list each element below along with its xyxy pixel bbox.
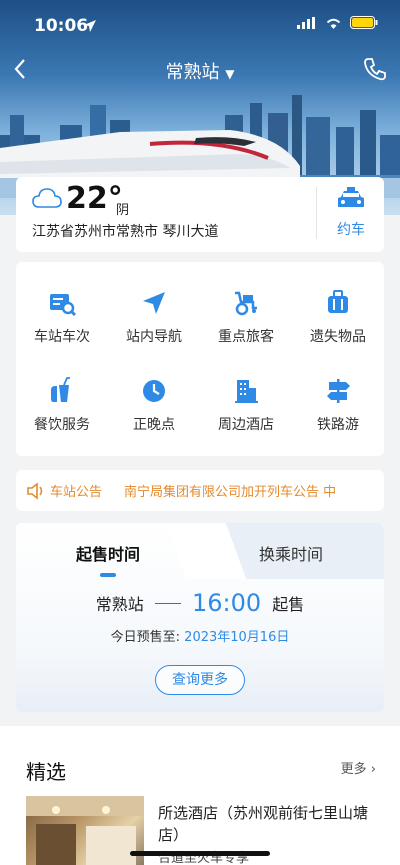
divider xyxy=(316,187,317,239)
page-title: 常熟站 xyxy=(165,62,220,83)
taxi-label: 约车 xyxy=(337,222,365,238)
tab-transfer-time[interactable]: 换乘时间 xyxy=(259,541,323,565)
sale-suffix: 起售 xyxy=(272,595,305,614)
more-label: 更多 xyxy=(340,762,367,777)
service-station-trains[interactable]: 车站车次 xyxy=(16,282,108,370)
taxi-icon xyxy=(338,187,364,207)
hotel-interior-image xyxy=(26,796,144,865)
status-bar: 10:06 xyxy=(0,0,400,48)
cloud-icon xyxy=(32,188,62,208)
service-nearby-hotels[interactable]: 周边酒店 xyxy=(200,370,292,458)
temperature: 22° xyxy=(66,181,123,216)
chevron-right-icon: › xyxy=(370,762,376,777)
service-label: 遗失物品 xyxy=(310,329,366,345)
station-selector[interactable]: 常熟站 ▼ xyxy=(0,58,400,84)
service-priority-passengers[interactable]: 重点旅客 xyxy=(200,282,292,370)
speaker-icon xyxy=(27,481,43,500)
service-label: 餐饮服务 xyxy=(34,417,90,433)
ticket-time-card: 起售时间 换乘时间 常熟站 16:00 起售 今日预售至: 2023年10月16… xyxy=(16,523,384,712)
navigation-bar: 常熟站 ▼ xyxy=(0,52,400,88)
station-name: 常熟站 xyxy=(95,595,144,614)
service-railway-tour[interactable]: 铁路游 xyxy=(292,370,384,458)
signpost-icon xyxy=(327,379,350,403)
presale-date: 2023年10月16日 xyxy=(184,630,290,645)
services-grid: 车站车次 站内导航 重点旅客 遗失物品 餐饮服务 正晚点 周边酒店 铁路游 xyxy=(16,262,384,456)
service-label: 车站车次 xyxy=(34,329,90,345)
hotel-image[interactable] xyxy=(26,796,144,865)
featured-section: 精选 更多 › 所选酒店（苏州观前街七里山塘店） 合道至火车专享 xyxy=(0,726,400,865)
service-label: 正晚点 xyxy=(133,417,175,433)
more-link[interactable]: 更多 › xyxy=(341,758,376,777)
phone-icon[interactable] xyxy=(362,56,388,82)
taxi-button[interactable]: 约车 xyxy=(321,187,381,239)
drink-food-icon xyxy=(51,377,70,402)
hotel-icon xyxy=(235,380,258,403)
location-arrow-icon xyxy=(84,20,96,32)
notice-text: 南宁局集团有限公司加开列车公告 中 xyxy=(124,485,337,500)
service-label: 铁路游 xyxy=(317,417,359,433)
section-title: 精选 xyxy=(26,760,66,784)
hotel-name[interactable]: 所选酒店（苏州观前街七里山塘店） xyxy=(158,802,378,846)
service-label: 周边酒店 xyxy=(218,417,274,433)
presale-label: 今日预售至: xyxy=(110,630,181,645)
service-indoor-navigation[interactable]: 站内导航 xyxy=(108,282,200,370)
weather-condition: 阴 xyxy=(116,203,130,218)
sale-start-time: 16:00 xyxy=(191,589,262,617)
presale-info: 今日预售至: 2023年10月16日 xyxy=(16,626,384,645)
service-lost-and-found[interactable]: 遗失物品 xyxy=(292,282,384,370)
tab-indicator xyxy=(100,573,116,577)
hotel-subtitle: 合道至火车专享 xyxy=(158,851,250,865)
wifi-icon xyxy=(326,18,341,29)
weather-card: 22° 阴 江苏省苏州市常熟市 琴川大道 约车 xyxy=(16,177,384,252)
tab-sale-time[interactable]: 起售时间 xyxy=(76,541,140,565)
query-more-button[interactable]: 查询更多 xyxy=(155,665,245,695)
station-address: 江苏省苏州市常熟市 琴川大道 xyxy=(32,224,219,240)
chevron-down-icon: ▼ xyxy=(225,67,235,81)
schedule-search-icon xyxy=(50,294,77,317)
battery-icon xyxy=(350,16,378,29)
home-indicator[interactable] xyxy=(130,851,270,856)
clock-icon xyxy=(143,380,165,402)
notice-label: 车站公告 xyxy=(50,485,103,500)
clock: 10:06 xyxy=(34,16,89,36)
wheelchair-icon xyxy=(235,291,257,316)
signal-icon xyxy=(297,16,315,29)
navigation-icon xyxy=(143,292,165,314)
service-label: 站内导航 xyxy=(126,329,182,345)
service-dining[interactable]: 餐饮服务 xyxy=(16,370,108,458)
sale-time-row: 常熟站 16:00 起售 xyxy=(16,589,384,617)
service-label: 重点旅客 xyxy=(218,329,274,345)
service-train-delay[interactable]: 正晚点 xyxy=(108,370,200,458)
station-notice-bar[interactable]: 车站公告 南宁局集团有限公司加开列车公告 中 xyxy=(16,470,384,511)
separator-line xyxy=(154,602,181,604)
luggage-icon xyxy=(328,290,348,313)
